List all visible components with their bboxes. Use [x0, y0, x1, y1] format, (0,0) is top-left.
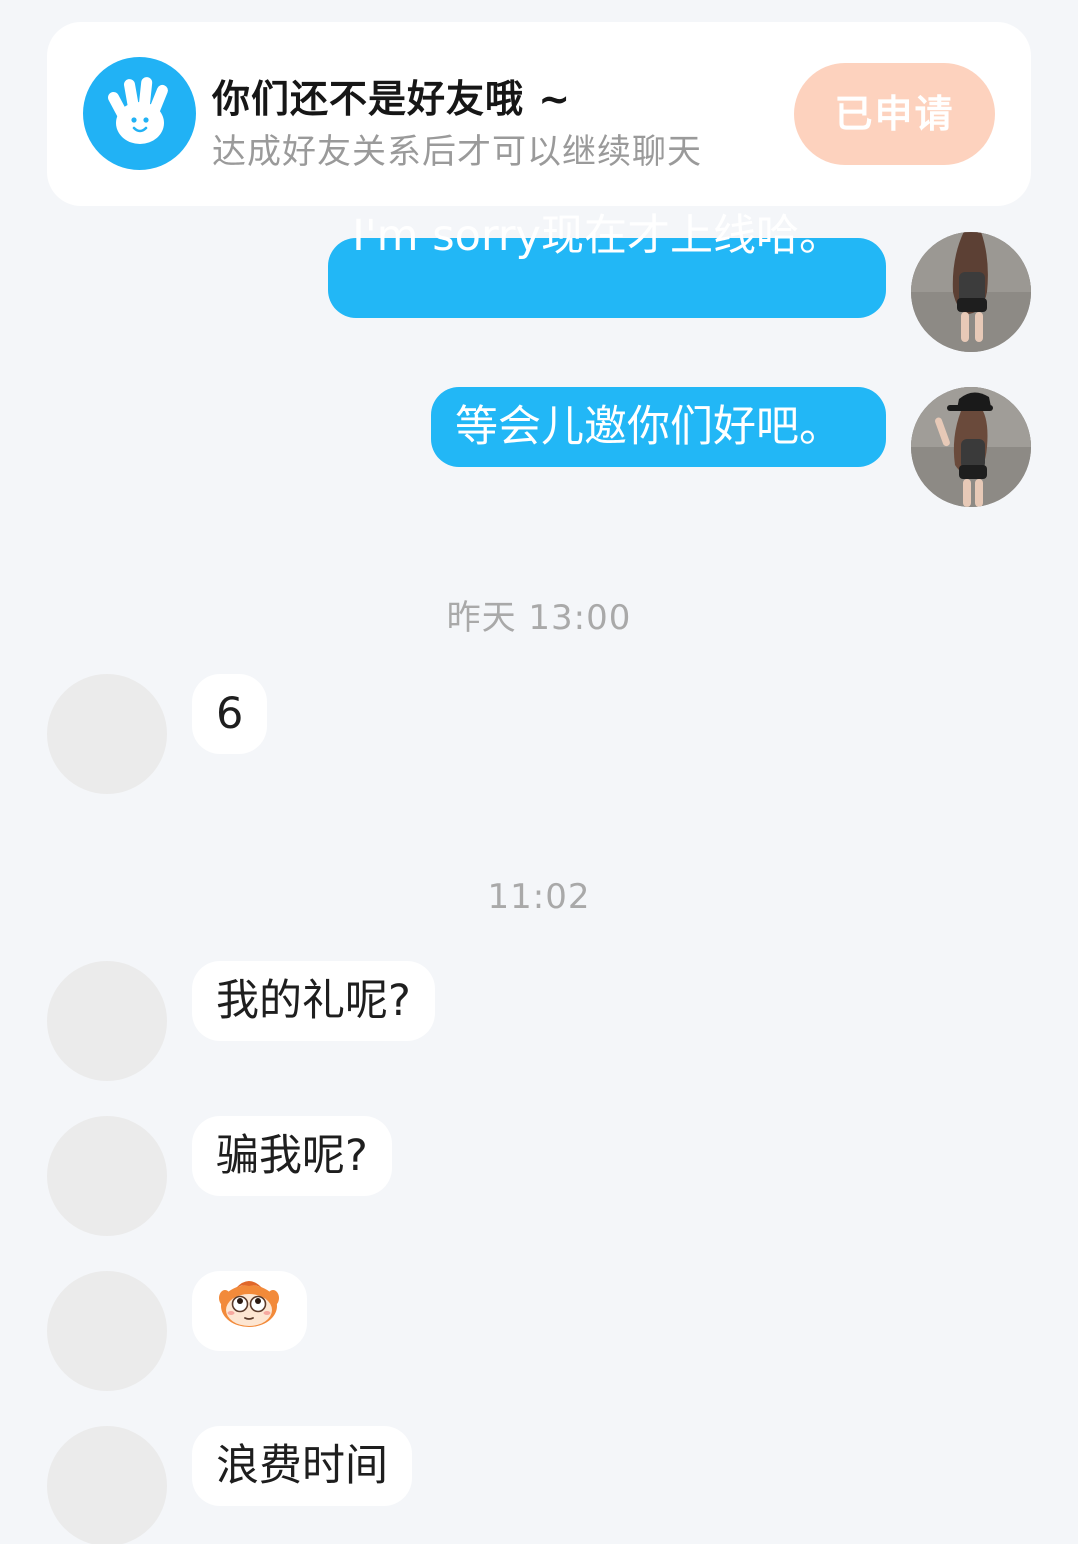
- peer-avatar[interactable]: [47, 961, 167, 1081]
- self-avatar[interactable]: [911, 387, 1031, 507]
- waving-hand-icon: [83, 57, 196, 170]
- peer-avatar[interactable]: [47, 1426, 167, 1544]
- message-text: 骗我呢?: [216, 1131, 368, 1181]
- outgoing-message[interactable]: I'm sorry现在才上线哈。: [328, 211, 886, 318]
- monkey-face-sticker-icon: [216, 1274, 282, 1354]
- incoming-message[interactable]: 骗我呢?: [192, 1116, 392, 1196]
- applied-button[interactable]: 已申请: [794, 63, 995, 165]
- banner-subtitle: 达成好友关系后才可以继续聊天: [212, 132, 702, 172]
- incoming-message[interactable]: 6: [192, 674, 268, 754]
- peer-avatar[interactable]: [47, 674, 167, 794]
- message-list[interactable]: I'm sorry现在才上线哈。 等会儿邀你们好吧。 昨天 13:00 6 11…: [0, 206, 1078, 1544]
- incoming-message[interactable]: 我的礼呢?: [192, 961, 435, 1041]
- message-text: 6: [216, 689, 244, 739]
- timestamp: 11:02: [487, 877, 591, 917]
- outgoing-message[interactable]: 等会儿邀你们好吧。: [431, 387, 886, 467]
- timestamp: 昨天 13:00: [446, 598, 632, 638]
- peer-avatar[interactable]: [47, 1271, 167, 1391]
- peer-avatar[interactable]: [47, 1116, 167, 1236]
- message-text: 等会儿邀你们好吧。: [455, 402, 842, 452]
- incoming-message[interactable]: 浪费时间: [192, 1426, 412, 1506]
- self-avatar[interactable]: [911, 232, 1031, 352]
- message-text: 浪费时间: [216, 1441, 388, 1491]
- incoming-message[interactable]: [192, 1271, 307, 1351]
- message-text: I'm sorry现在才上线哈。: [352, 211, 842, 261]
- friend-status-banner: 你们还不是好友哦 ~ 达成好友关系后才可以继续聊天 已申请: [47, 22, 1031, 206]
- banner-title: 你们还不是好友哦 ~: [212, 77, 572, 121]
- message-text: 我的礼呢?: [216, 976, 411, 1026]
